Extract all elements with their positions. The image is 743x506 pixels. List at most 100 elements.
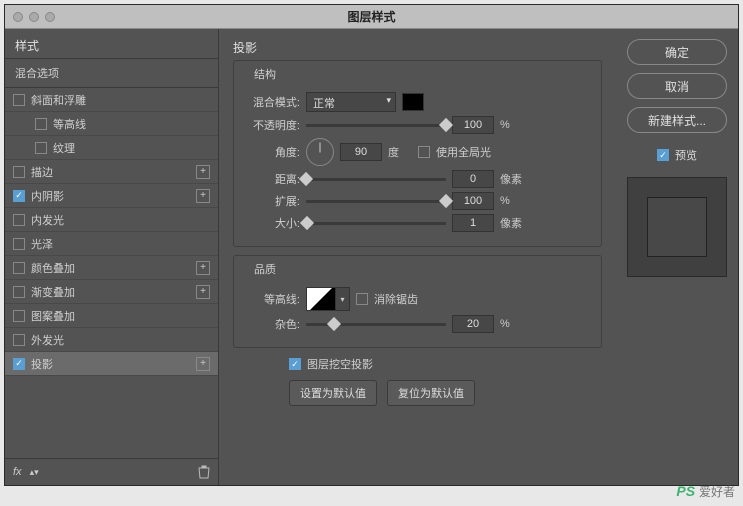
ok-button[interactable]: 确定: [627, 39, 727, 65]
layer-style-dialog: 图层样式 样式 混合选项 斜面和浮雕等高线纹理描边+内阴影+内发光光泽颜色叠加+…: [4, 4, 739, 486]
style-checkbox[interactable]: [13, 334, 25, 346]
reset-default-button[interactable]: 复位为默认值: [387, 380, 475, 406]
style-item-9[interactable]: 图案叠加: [5, 304, 218, 328]
style-checkbox[interactable]: [13, 286, 25, 298]
contour-select[interactable]: ▾: [306, 287, 350, 311]
style-label: 外发光: [31, 332, 64, 348]
style-label: 颜色叠加: [31, 260, 75, 276]
angle-row: 角度: 度 使用全局光: [244, 138, 591, 166]
blend-mode-row: 混合模式: 正常: [244, 92, 591, 112]
spread-input[interactable]: [452, 192, 494, 210]
size-slider[interactable]: [306, 222, 446, 225]
size-input[interactable]: [452, 214, 494, 232]
angle-dial[interactable]: [306, 138, 334, 166]
blend-mode-select[interactable]: 正常: [306, 92, 396, 112]
chevron-down-icon[interactable]: ▾: [336, 287, 350, 311]
style-checkbox[interactable]: [35, 118, 47, 130]
style-label: 描边: [31, 164, 53, 180]
minimize-dot[interactable]: [29, 12, 39, 22]
style-label: 投影: [31, 356, 53, 372]
style-item-0[interactable]: 斜面和浮雕: [5, 88, 218, 112]
styles-sidebar: 样式 混合选项 斜面和浮雕等高线纹理描边+内阴影+内发光光泽颜色叠加+渐变叠加+…: [5, 29, 219, 485]
style-checkbox[interactable]: [13, 310, 25, 322]
style-item-4[interactable]: 内阴影 +: [5, 184, 218, 208]
style-item-8[interactable]: 渐变叠加 +: [5, 280, 218, 304]
angle-unit: 度: [388, 144, 412, 160]
angle-input[interactable]: [340, 143, 382, 161]
style-checkbox[interactable]: [13, 166, 25, 178]
noise-input[interactable]: [452, 315, 494, 333]
global-light-checkbox[interactable]: [418, 146, 430, 158]
style-checkbox[interactable]: [35, 142, 47, 154]
fx-menu-icon[interactable]: ▴▾: [30, 467, 39, 478]
angle-label: 角度:: [244, 144, 300, 160]
plus-icon[interactable]: +: [196, 189, 210, 203]
spread-unit: %: [500, 195, 524, 207]
opacity-label: 不透明度:: [244, 117, 300, 133]
distance-slider[interactable]: [306, 178, 446, 181]
window-controls[interactable]: [13, 12, 55, 22]
preview-row: 预览: [657, 147, 697, 163]
spread-row: 扩展: %: [244, 192, 591, 210]
set-default-button[interactable]: 设置为默认值: [289, 380, 377, 406]
right-panel: 确定 取消 新建样式... 预览: [616, 29, 738, 485]
settings-panel: 投影 结构 混合模式: 正常 不透明度: % 角度:: [219, 29, 616, 485]
style-item-11[interactable]: 投影 +: [5, 352, 218, 376]
style-label: 渐变叠加: [31, 284, 75, 300]
knockout-checkbox[interactable]: [289, 358, 301, 370]
style-label: 内阴影: [31, 188, 64, 204]
style-item-5[interactable]: 内发光: [5, 208, 218, 232]
blend-mode-label: 混合模式:: [244, 94, 300, 110]
antialias-label: 消除锯齿: [374, 291, 418, 307]
plus-icon[interactable]: +: [196, 285, 210, 299]
quality-legend: 品质: [250, 261, 280, 277]
style-checkbox[interactable]: [13, 190, 25, 202]
style-item-6[interactable]: 光泽: [5, 232, 218, 256]
style-checkbox[interactable]: [13, 214, 25, 226]
contour-label: 等高线:: [244, 291, 300, 307]
preview-swatch: [647, 197, 707, 257]
noise-row: 杂色: %: [244, 315, 591, 333]
dialog-content: 样式 混合选项 斜面和浮雕等高线纹理描边+内阴影+内发光光泽颜色叠加+渐变叠加+…: [5, 29, 738, 485]
style-item-10[interactable]: 外发光: [5, 328, 218, 352]
style-label: 光泽: [31, 236, 53, 252]
knockout-label: 图层挖空投影: [307, 356, 373, 372]
spread-slider[interactable]: [306, 200, 446, 203]
style-item-1[interactable]: 等高线: [5, 112, 218, 136]
default-buttons-row: 设置为默认值 复位为默认值: [289, 380, 602, 406]
zoom-dot[interactable]: [45, 12, 55, 22]
structure-legend: 结构: [250, 66, 280, 82]
style-checkbox[interactable]: [13, 238, 25, 250]
style-item-7[interactable]: 颜色叠加 +: [5, 256, 218, 280]
style-checkbox[interactable]: [13, 262, 25, 274]
fx-label[interactable]: fx: [13, 466, 22, 478]
opacity-input[interactable]: [452, 116, 494, 134]
preview-checkbox[interactable]: [657, 149, 669, 161]
spread-label: 扩展:: [244, 193, 300, 209]
plus-icon[interactable]: +: [196, 261, 210, 275]
plus-icon[interactable]: +: [196, 357, 210, 371]
distance-input[interactable]: [452, 170, 494, 188]
style-label: 图案叠加: [31, 308, 75, 324]
close-dot[interactable]: [13, 12, 23, 22]
titlebar[interactable]: 图层样式: [5, 5, 738, 29]
antialias-checkbox[interactable]: [356, 293, 368, 305]
trash-icon[interactable]: [198, 465, 210, 479]
distance-row: 距离: 像素: [244, 170, 591, 188]
cancel-button[interactable]: 取消: [627, 73, 727, 99]
style-checkbox[interactable]: [13, 358, 25, 370]
panel-title: 投影: [233, 39, 602, 56]
plus-icon[interactable]: +: [196, 165, 210, 179]
blend-options-item[interactable]: 混合选项: [5, 59, 218, 88]
quality-fieldset: 品质 等高线: ▾ 消除锯齿 杂色: %: [233, 255, 602, 348]
opacity-slider[interactable]: [306, 124, 446, 127]
distance-unit: 像素: [500, 171, 524, 187]
contour-thumb-icon: [306, 287, 336, 311]
style-item-2[interactable]: 纹理: [5, 136, 218, 160]
watermark-ps: PS: [676, 483, 695, 499]
noise-slider[interactable]: [306, 323, 446, 326]
style-checkbox[interactable]: [13, 94, 25, 106]
color-swatch[interactable]: [402, 93, 424, 111]
style-item-3[interactable]: 描边 +: [5, 160, 218, 184]
new-style-button[interactable]: 新建样式...: [627, 107, 727, 133]
